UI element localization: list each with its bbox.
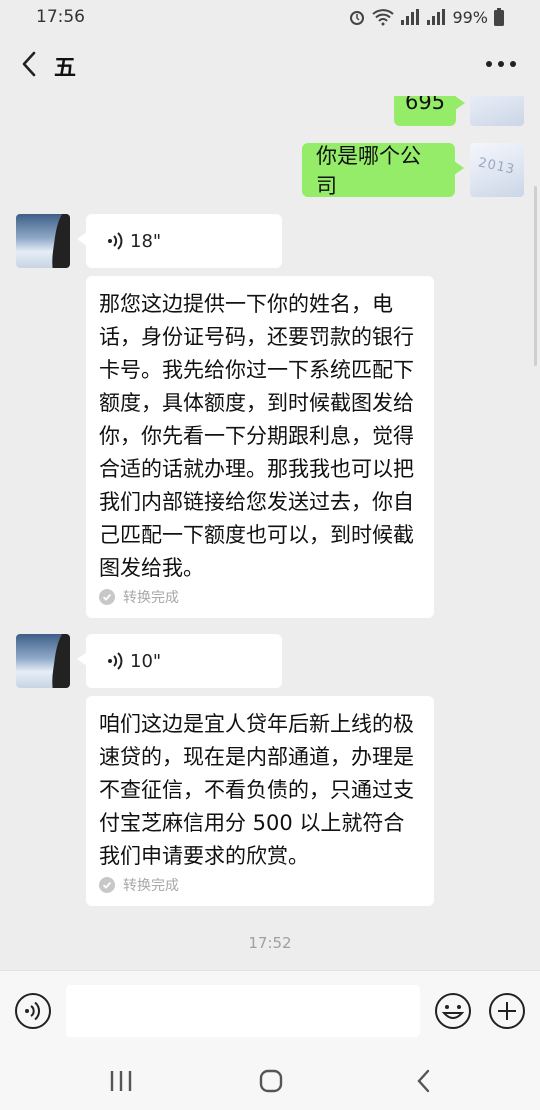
voice-wave-icon: [108, 652, 123, 670]
chat-header: 五: [0, 34, 540, 96]
more-icon[interactable]: [484, 49, 518, 79]
wifi-icon: [372, 9, 395, 26]
nav-back-icon[interactable]: [412, 1068, 436, 1094]
my-avatar[interactable]: 2013: [470, 143, 524, 197]
system-nav-bar: [0, 1052, 540, 1110]
alarm-icon: [350, 11, 365, 25]
status-bar: 17:56 99%: [0, 0, 540, 34]
voice-transcript[interactable]: 咱们这边是宜人贷年后新上线的极速贷的，现在是内部通道，办理是不查征信，不看负债的…: [86, 696, 434, 906]
transcript-status-text: 转换完成: [123, 878, 179, 894]
outgoing-message[interactable]: 695: [394, 96, 465, 126]
back-icon[interactable]: [14, 47, 48, 81]
transcript-status-text: 转换完成: [123, 590, 179, 606]
transcript-text: 那您这边提供一下你的姓名，电话，身份证号码，还要罚款的银行卡号。我先给你过一下系…: [99, 292, 414, 580]
emoji-icon[interactable]: [434, 992, 472, 1030]
voice-duration: 18": [130, 230, 162, 252]
chat-messages[interactable]: 695 你是哪个公司 2013 18" 那您这边提供一下你的姓名，电话，身份证号…: [0, 96, 540, 970]
outgoing-message[interactable]: 你是哪个公司: [302, 143, 464, 198]
transcript-status: 转换完成: [99, 875, 421, 895]
recent-apps-icon[interactable]: [108, 1069, 134, 1093]
contact-avatar[interactable]: [16, 634, 70, 688]
battery-percent: 99%: [452, 7, 488, 27]
message-input[interactable]: [66, 985, 420, 1037]
outgoing-message-text: 你是哪个公司: [316, 144, 421, 198]
status-time: 17:56: [36, 7, 85, 27]
add-icon[interactable]: [488, 992, 526, 1030]
signal-icon-2: [427, 9, 446, 25]
voice-message[interactable]: 18": [77, 214, 282, 268]
outgoing-message-text: 695: [404, 96, 446, 114]
transcript-status: 转换完成: [99, 587, 421, 607]
my-avatar[interactable]: [470, 96, 524, 126]
chat-title: 五: [54, 56, 77, 81]
check-circle-icon: [99, 589, 115, 605]
avatar-snow-text: 2013: [476, 155, 517, 178]
voice-transcript[interactable]: 那您这边提供一下你的姓名，电话，身份证号码，还要罚款的银行卡号。我先给你过一下系…: [86, 276, 434, 618]
status-icons: 99%: [348, 8, 504, 27]
voice-message[interactable]: 10": [77, 634, 282, 688]
check-circle-icon: [99, 877, 115, 893]
transcript-text: 咱们这边是宜人贷年后新上线的极速贷的，现在是内部通道，办理是不查征信，不看负债的…: [99, 712, 414, 868]
battery-icon: [494, 8, 504, 26]
input-bar: [0, 970, 540, 1052]
home-icon[interactable]: [258, 1068, 284, 1094]
message-timestamp: 17:52: [248, 934, 292, 952]
contact-avatar[interactable]: [16, 214, 70, 268]
voice-wave-icon: [108, 232, 123, 250]
scrollbar[interactable]: [534, 186, 537, 366]
voice-input-icon[interactable]: [14, 992, 52, 1030]
voice-duration: 10": [130, 650, 162, 672]
signal-icon: [401, 9, 420, 25]
